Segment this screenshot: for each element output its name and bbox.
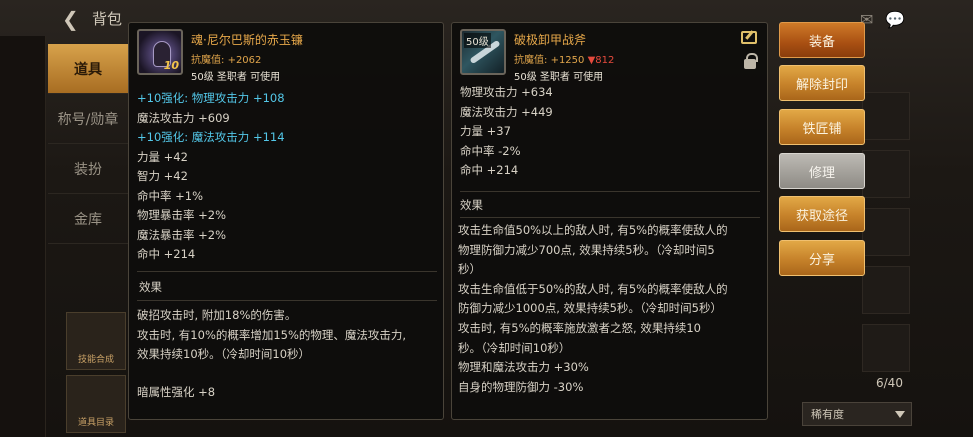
effect-line: 自身的物理防御力 -30% (458, 379, 584, 394)
stat-line: 魔法攻击力 +609 (137, 110, 230, 125)
nav-item-items[interactable]: 道具 (48, 44, 128, 94)
stat-line: 命中率 -2% (460, 143, 521, 158)
stat-list: +10强化: 物理攻击力 +108 魔法攻击力 +609 +10强化: 魔法攻击… (137, 89, 285, 265)
effect-line: 攻击时, 有10%的概率增加15%的物理、魔法攻击力, (137, 327, 407, 342)
unseal-button[interactable]: 解除封印 (779, 65, 865, 101)
enhance-level: 10 (163, 59, 179, 72)
effect-line: 防御力减少1000点, 效果持续5秒。（冷却时间5秒） (458, 301, 722, 316)
repair-button[interactable]: 修理 (779, 153, 865, 189)
compare-item-tooltip: 50级 破极卸甲战斧 抗魔值: +1250 ▼812 50级 圣职者 可使用 物… (451, 22, 768, 420)
item-icon: 10 (137, 29, 183, 75)
anti-diff: ▼812 (587, 55, 615, 66)
effect-line: 物理防御力减少700点, 效果持续5秒。（冷却时间5 (458, 242, 715, 257)
equip-button[interactable]: 装备 (779, 22, 865, 58)
stat-line: 物理攻击力 +634 (460, 85, 553, 99)
effect-line: 破招攻击时, 附加18%的伤害。 (137, 308, 297, 322)
stat-line: +10强化: 物理攻击力 +108 (137, 91, 285, 105)
nav-label: 道具 (74, 61, 102, 78)
stat-line: 命中 +214 (460, 163, 519, 177)
anti-magic-value: 抗魔值: +1250 ▼812 (514, 51, 614, 66)
inventory-count: 6/40 (876, 376, 903, 390)
obtain-label: 获取途径 (795, 208, 848, 224)
effect-line: 攻击时, 有5%的概率施放激者之怒, 效果持续10 (458, 320, 701, 335)
share-button[interactable]: 分享 (779, 240, 865, 276)
divider (460, 217, 760, 218)
equipped-item-tooltip: 10 魂·尼尔巴斯的赤玉镰 抗魔值: +2062 50级 圣职者 可使用 +10… (128, 22, 444, 420)
anti-label: 抗魔值: (191, 55, 225, 66)
item-icon: 50级 (460, 29, 506, 75)
repair-label: 修理 (808, 165, 835, 181)
left-nav: 道具 称号/勋章 装扮 金库 (48, 44, 128, 244)
item-name: 破极卸甲战斧 (514, 33, 587, 47)
share-label: 分享 (808, 252, 835, 268)
effect-line: 物理和魔法攻击力 +30% (458, 360, 589, 375)
stat-line: 物理暴击率 +2% (137, 208, 227, 222)
stat-line: 力量 +37 (460, 124, 511, 138)
inventory-slot[interactable] (862, 324, 910, 372)
sort-dropdown[interactable]: 稀有度 (802, 402, 912, 426)
divider (460, 191, 760, 192)
top-icons: ✉ 💬 (860, 10, 905, 29)
inventory-slot[interactable] (862, 150, 910, 198)
requirement: 50级 圣职者 可使用 (514, 72, 604, 83)
divider (137, 300, 437, 301)
effect-text: 破招攻击时, 附加18%的伤害。 攻击时, 有10%的概率增加15%的物理、魔法… (137, 306, 406, 365)
effect-title: 效果 (460, 198, 483, 212)
back-arrow-icon[interactable]: ❮ (62, 8, 84, 30)
page-title: 背包 (92, 10, 123, 28)
obtain-source-button[interactable]: 获取途径 (779, 196, 865, 232)
anti-magic-value: 抗魔值: +2062 (191, 51, 261, 66)
unseal-label: 解除封印 (795, 77, 848, 93)
side-strip (0, 36, 46, 437)
edit-icon[interactable] (741, 31, 757, 44)
stat-line: 魔法攻击力 +449 (460, 104, 553, 119)
effect-line: 效果持续10秒。（冷却时间10秒） (137, 347, 311, 362)
stat-line: +10强化: 魔法攻击力 +114 (137, 130, 285, 144)
anti-label: 抗魔值: (514, 55, 548, 66)
item-catalog-label: 道具目录 (77, 418, 114, 428)
item-catalog-button[interactable]: 道具目录 (66, 375, 126, 433)
item-level-tag: 50级 (464, 33, 491, 48)
anti-number: +1250 (550, 55, 585, 66)
item-name: 魂·尼尔巴斯的赤玉镰 (191, 33, 303, 47)
nav-item-avatar[interactable]: 装扮 (48, 144, 128, 194)
stat-line: 命中 +214 (137, 247, 196, 261)
nav-label: 金库 (74, 211, 102, 228)
skill-craft-button[interactable]: 技能合成 (66, 312, 126, 370)
stat-line: 魔法暴击率 +2% (137, 227, 227, 242)
stat-line: 力量 +42 (137, 149, 188, 164)
sort-label: 稀有度 (811, 408, 844, 421)
stat-line: 命中率 +1% (137, 188, 204, 203)
element-bonus: 暗属性强化 +8 (137, 385, 216, 399)
inventory-slot[interactable] (862, 266, 910, 314)
effect-title: 效果 (139, 280, 162, 294)
stat-line: 智力 +42 (137, 169, 188, 183)
lock-icon[interactable] (744, 53, 758, 69)
inventory-slot[interactable] (862, 208, 910, 256)
effect-line: 秒。（冷却时间10秒） (458, 340, 571, 355)
effect-text: 攻击生命值50%以上的敌人时, 有5%的概率使敌人的 物理防御力减少700点, … (458, 221, 728, 397)
skill-craft-label: 技能合成 (77, 355, 114, 365)
anti-number: +2062 (227, 55, 262, 66)
stat-list: 物理攻击力 +634 魔法攻击力 +449 力量 +37 命中率 -2% 命中 … (460, 83, 553, 181)
nav-label: 装扮 (74, 161, 102, 178)
effect-line: 攻击生命值50%以上的敌人时, 有5%的概率使敌人的 (458, 223, 728, 237)
blacksmith-button[interactable]: 铁匠铺 (779, 109, 865, 145)
equip-label: 装备 (808, 34, 835, 50)
chat-icon[interactable]: 💬 (885, 10, 905, 29)
inventory-slot[interactable] (862, 92, 910, 140)
nav-item-vault[interactable]: 金库 (48, 194, 128, 244)
divider (137, 271, 437, 272)
nav-item-titles[interactable]: 称号/勋章 (48, 94, 128, 144)
effect-line: 攻击生命值低于50%的敌人时, 有5%的概率使敌人的 (458, 281, 728, 296)
nav-label: 称号/勋章 (57, 111, 119, 128)
effect-line: 秒） (458, 262, 481, 277)
chevron-down-icon (895, 411, 905, 418)
requirement: 50级 圣职者 可使用 (191, 72, 281, 83)
blacksmith-label: 铁匠铺 (802, 121, 842, 137)
